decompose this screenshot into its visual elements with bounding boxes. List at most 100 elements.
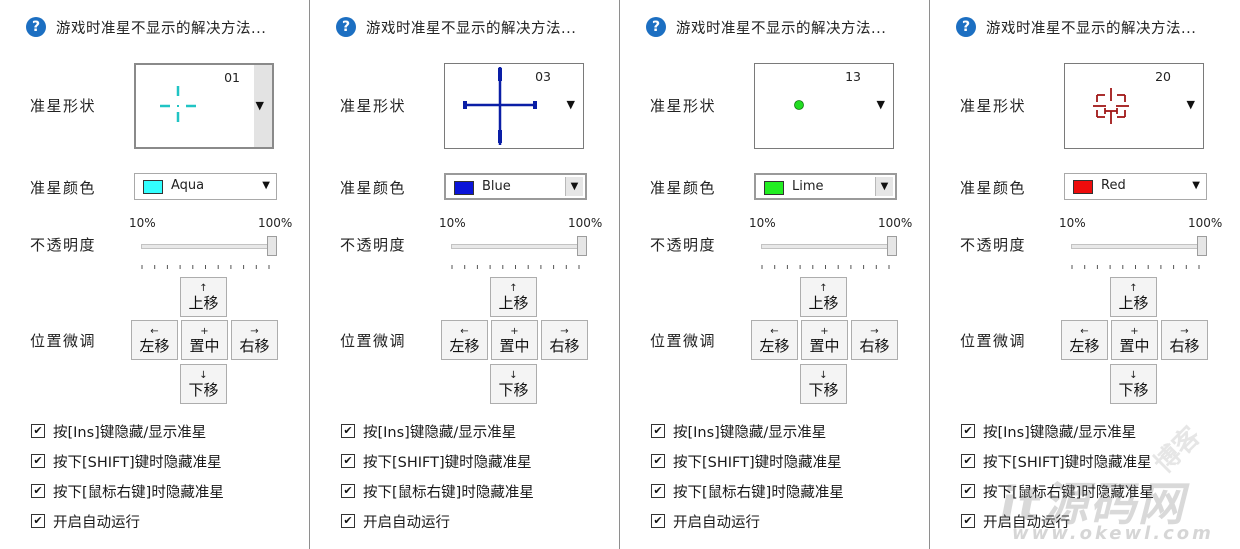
checkbox-row[interactable]: ✔ 开启自动运行: [31, 511, 140, 531]
opacity-slider[interactable]: [1071, 232, 1207, 269]
down-label: 下移: [498, 380, 529, 399]
center-button[interactable]: + 置中: [491, 320, 538, 360]
move-right-button[interactable]: → 右移: [851, 320, 898, 360]
chevron-down-icon[interactable]: ▼: [1187, 98, 1195, 111]
checkbox-row[interactable]: ✔ 开启自动运行: [651, 511, 760, 531]
color-swatch: [143, 180, 163, 194]
panel-title-row: ? 游戏时准星不显示的解决方法...: [956, 16, 1196, 38]
help-icon[interactable]: ?: [336, 17, 356, 37]
opacity-slider[interactable]: [761, 232, 897, 269]
color-dropdown[interactable]: Red ▼: [1064, 173, 1207, 200]
color-label: 准星颜色: [340, 179, 407, 197]
checkbox[interactable]: ✔: [961, 454, 975, 468]
shape-dropdown[interactable]: 13 ▼: [754, 63, 894, 149]
chevron-down-icon[interactable]: ▼: [567, 98, 575, 111]
checkbox[interactable]: ✔: [31, 514, 45, 528]
help-icon[interactable]: ?: [646, 17, 666, 37]
center-label: 置中: [499, 336, 530, 355]
checkbox[interactable]: ✔: [341, 454, 355, 468]
slider-ticks: [141, 254, 271, 269]
opacity-slider[interactable]: [451, 232, 587, 269]
checkbox-row[interactable]: ✔ 按[Ins]键隐藏/显示准星: [31, 421, 206, 441]
move-down-button[interactable]: ↓ 下移: [800, 364, 847, 404]
slider-thumb[interactable]: [267, 236, 277, 256]
slider-ticks: [761, 254, 891, 269]
shape-dropdown[interactable]: 03 ▼: [444, 63, 584, 149]
checkbox-row[interactable]: ✔ 按下[鼠标右键]时隐藏准星: [651, 481, 844, 501]
opacity-max-label: 100%: [1188, 216, 1223, 230]
checkbox[interactable]: ✔: [31, 454, 45, 468]
checkbox-row[interactable]: ✔ 按下[鼠标右键]时隐藏准星: [31, 481, 224, 501]
shape-dropdown[interactable]: 20 ▼: [1064, 63, 1204, 149]
move-down-button[interactable]: ↓ 下移: [1110, 364, 1157, 404]
help-icon[interactable]: ?: [956, 17, 976, 37]
checkbox-row[interactable]: ✔ 按下[SHIFT]键时隐藏准星: [651, 451, 842, 471]
move-up-button[interactable]: ↑ 上移: [1110, 277, 1157, 317]
move-down-button[interactable]: ↓ 下移: [180, 364, 227, 404]
opacity-slider[interactable]: [141, 232, 277, 269]
move-left-button[interactable]: ← 左移: [751, 320, 798, 360]
center-label: 置中: [809, 336, 840, 355]
move-left-button[interactable]: ← 左移: [441, 320, 488, 360]
center-button[interactable]: + 置中: [181, 320, 228, 360]
move-up-button[interactable]: ↑ 上移: [800, 277, 847, 317]
move-up-button[interactable]: ↑ 上移: [180, 277, 227, 317]
checkbox[interactable]: ✔: [341, 484, 355, 498]
move-up-button[interactable]: ↑ 上移: [490, 277, 537, 317]
checkbox-row[interactable]: ✔ 按[Ins]键隐藏/显示准星: [341, 421, 516, 441]
checkbox[interactable]: ✔: [651, 484, 665, 498]
chevron-down-icon[interactable]: ▼: [565, 177, 583, 196]
move-left-button[interactable]: ← 左移: [1061, 320, 1108, 360]
right-arrow-icon: →: [1180, 325, 1189, 337]
checkbox[interactable]: ✔: [651, 514, 665, 528]
checkbox-label: 按[Ins]键隐藏/显示准星: [673, 424, 827, 441]
checkbox[interactable]: ✔: [31, 424, 45, 438]
shape-number: 13: [845, 69, 861, 84]
center-button[interactable]: + 置中: [801, 320, 848, 360]
slider-thumb[interactable]: [1197, 236, 1207, 256]
checkbox[interactable]: ✔: [961, 484, 975, 498]
color-dropdown[interactable]: Aqua ▼: [134, 173, 277, 200]
move-down-button[interactable]: ↓ 下移: [490, 364, 537, 404]
checkbox[interactable]: ✔: [651, 454, 665, 468]
move-right-button[interactable]: → 右移: [541, 320, 588, 360]
color-dropdown[interactable]: Lime ▼: [754, 173, 897, 200]
checkbox-row[interactable]: ✔ 按下[SHIFT]键时隐藏准星: [31, 451, 222, 471]
move-left-button[interactable]: ← 左移: [131, 320, 178, 360]
checkbox-row[interactable]: ✔ 按[Ins]键隐藏/显示准星: [651, 421, 826, 441]
chevron-down-icon[interactable]: ▼: [256, 99, 264, 112]
checkbox-row[interactable]: ✔ 按[Ins]键隐藏/显示准星: [961, 421, 1136, 441]
checkbox[interactable]: ✔: [341, 424, 355, 438]
slider-ticks: [761, 234, 891, 249]
checkbox-row[interactable]: ✔ 按下[SHIFT]键时隐藏准星: [341, 451, 532, 471]
move-right-button[interactable]: → 右移: [1161, 320, 1208, 360]
checkbox[interactable]: ✔: [961, 424, 975, 438]
checkbox[interactable]: ✔: [341, 514, 355, 528]
checkbox[interactable]: ✔: [961, 514, 975, 528]
chevron-down-icon[interactable]: ▼: [1192, 180, 1200, 191]
up-label: 上移: [188, 293, 219, 312]
move-right-button[interactable]: → 右移: [231, 320, 278, 360]
shape-label: 准星形状: [960, 97, 1027, 115]
color-dropdown[interactable]: Blue ▼: [444, 173, 587, 200]
checkbox[interactable]: ✔: [31, 484, 45, 498]
right-label: 右移: [239, 336, 270, 355]
checkbox-row[interactable]: ✔ 开启自动运行: [341, 511, 450, 531]
opacity-label: 不透明度: [340, 236, 407, 254]
checkbox-row[interactable]: ✔ 按下[鼠标右键]时隐藏准星: [341, 481, 534, 501]
up-arrow-icon: ↑: [199, 282, 208, 294]
chevron-down-icon[interactable]: ▼: [262, 180, 270, 191]
slider-thumb[interactable]: [577, 236, 587, 256]
checkbox-label: 按[Ins]键隐藏/显示准星: [53, 424, 207, 441]
left-arrow-icon: ←: [460, 325, 469, 337]
slider-thumb[interactable]: [887, 236, 897, 256]
checkbox[interactable]: ✔: [651, 424, 665, 438]
chevron-down-icon[interactable]: ▼: [875, 177, 893, 196]
opacity-min-label: 10%: [1059, 216, 1086, 230]
shape-dropdown[interactable]: 01 ▼: [134, 63, 274, 149]
help-icon[interactable]: ?: [26, 17, 46, 37]
center-button[interactable]: + 置中: [1111, 320, 1158, 360]
slider-track: [141, 244, 271, 249]
chevron-down-icon[interactable]: ▼: [877, 98, 885, 111]
checkbox-label: 开启自动运行: [53, 514, 140, 531]
